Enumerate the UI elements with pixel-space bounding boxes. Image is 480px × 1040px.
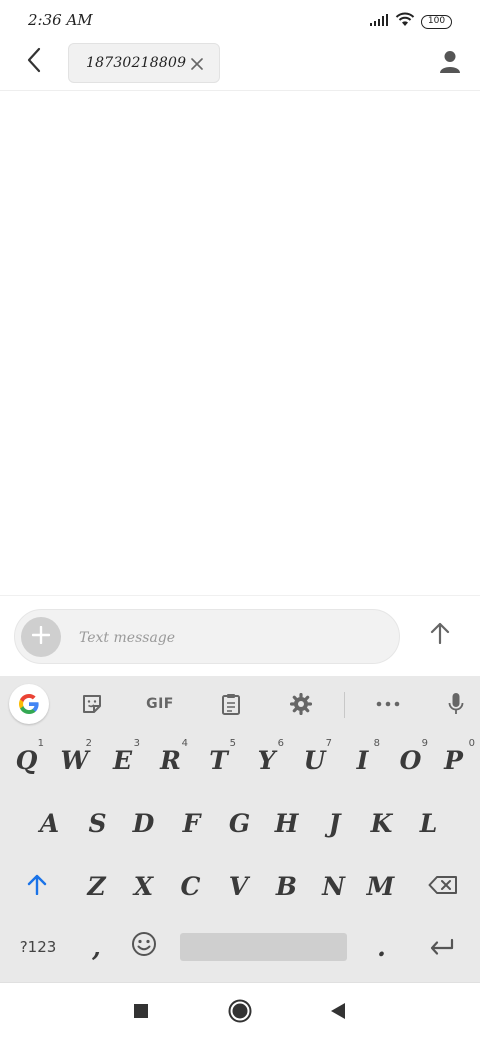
battery-icon: 100 — [421, 14, 452, 29]
key-m[interactable]: M — [357, 858, 404, 914]
keyboard: GIF Q1 W2 E3 R4 T5 Y6 U7 I8 O9 P0 A S D … — [0, 676, 480, 982]
status-time: 2:36 AM — [28, 11, 93, 29]
key-r[interactable]: R4 — [147, 732, 194, 788]
recipient-number: 18730218809 — [86, 55, 187, 71]
key-i[interactable]: I8 — [339, 732, 386, 788]
key-g[interactable]: G — [216, 795, 263, 851]
backspace-icon — [428, 872, 458, 901]
key-b[interactable]: B — [263, 858, 310, 914]
emoji-key[interactable] — [120, 919, 168, 975]
compose-field[interactable] — [14, 609, 400, 664]
navigation-bar — [0, 982, 480, 1040]
gif-button[interactable]: GIF — [140, 684, 180, 724]
key-f[interactable]: F — [168, 795, 215, 851]
period-key[interactable]: . — [358, 919, 405, 975]
key-c[interactable]: C — [167, 858, 214, 914]
key-x[interactable]: X — [120, 858, 167, 914]
google-icon[interactable] — [9, 684, 49, 724]
key-n[interactable]: N — [310, 858, 357, 914]
gear-icon[interactable] — [281, 684, 321, 724]
key-z[interactable]: Z — [73, 858, 120, 914]
symbols-key[interactable]: ?123 — [6, 919, 70, 975]
comma-key[interactable]: , — [73, 919, 120, 975]
back-icon — [330, 1002, 346, 1024]
home-button[interactable] — [224, 997, 256, 1029]
signal-icon — [369, 12, 389, 31]
key-w[interactable]: W2 — [51, 732, 98, 788]
arrow-up-icon — [430, 622, 450, 648]
key-p[interactable]: P0 — [430, 732, 477, 788]
key-k[interactable]: K — [358, 795, 405, 851]
key-e[interactable]: E3 — [99, 732, 146, 788]
backspace-key[interactable] — [412, 858, 474, 914]
key-j[interactable]: J — [311, 795, 358, 851]
person-icon — [439, 50, 461, 78]
shift-icon — [27, 872, 47, 901]
key-l[interactable]: L — [405, 795, 452, 851]
sticker-icon[interactable] — [72, 684, 112, 724]
keyboard-toolbar: GIF — [0, 676, 480, 732]
recents-icon — [133, 1003, 149, 1023]
toolbar-divider — [344, 692, 345, 718]
key-s[interactable]: S — [74, 795, 121, 851]
key-a[interactable]: A — [26, 795, 73, 851]
space-key[interactable] — [180, 933, 347, 961]
conversation-header: 18730218809 — [0, 40, 480, 91]
status-bar: 2:36 AM 100 — [0, 0, 480, 40]
enter-icon — [429, 933, 455, 962]
emoji-icon — [131, 931, 157, 963]
more-icon[interactable] — [368, 684, 408, 724]
chevron-left-icon — [26, 47, 42, 77]
message-input[interactable] — [79, 626, 379, 650]
recents-button[interactable] — [125, 997, 157, 1029]
attach-button[interactable] — [21, 617, 61, 657]
close-icon[interactable] — [189, 56, 205, 72]
compose-divider — [0, 595, 480, 596]
key-o[interactable]: O9 — [387, 732, 434, 788]
status-icons: 100 — [369, 12, 452, 31]
key-v[interactable]: V — [215, 858, 262, 914]
mic-icon[interactable] — [436, 684, 476, 724]
key-d[interactable]: D — [120, 795, 167, 851]
recipient-chip[interactable]: 18730218809 — [68, 43, 220, 83]
send-button[interactable] — [420, 615, 460, 655]
key-q[interactable]: Q1 — [3, 732, 50, 788]
contact-button[interactable] — [434, 48, 466, 80]
key-t[interactable]: T5 — [195, 732, 242, 788]
key-h[interactable]: H — [263, 795, 310, 851]
clipboard-icon[interactable] — [211, 684, 251, 724]
plus-icon — [31, 625, 51, 648]
key-u[interactable]: U7 — [291, 732, 338, 788]
enter-key[interactable] — [410, 919, 474, 975]
key-y[interactable]: Y6 — [243, 732, 290, 788]
home-icon — [228, 999, 252, 1027]
back-nav-button[interactable] — [322, 997, 354, 1029]
shift-key[interactable] — [6, 858, 68, 914]
back-button[interactable] — [18, 46, 50, 78]
wifi-icon — [395, 12, 415, 31]
message-list[interactable] — [0, 92, 480, 595]
